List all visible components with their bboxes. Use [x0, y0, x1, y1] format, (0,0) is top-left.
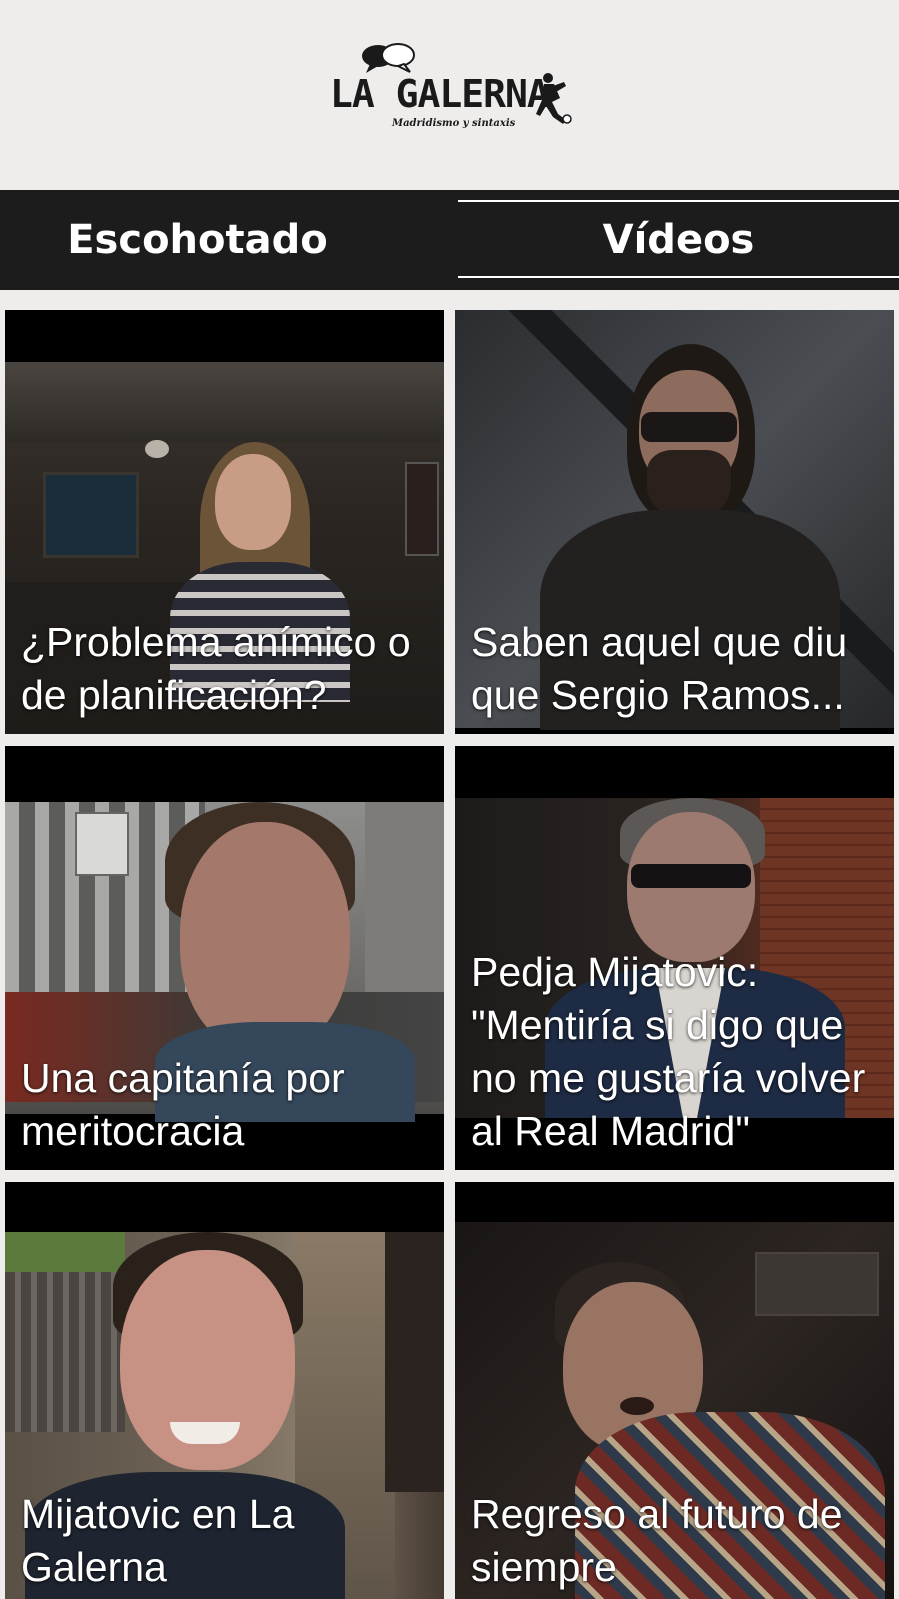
video-title: ¿Problema anímico o de planificación? [21, 619, 411, 718]
football-player-icon [536, 73, 572, 124]
screen: LA GALERNA Madridismo y sintaxis Escohot… [0, 0, 899, 1599]
speech-bubbles-icon [362, 43, 415, 73]
tab-escohotado[interactable]: Escohotado [0, 190, 395, 290]
video-card[interactable]: Regreso al futuro de siempre [455, 1182, 894, 1599]
video-card[interactable]: Saben aquel que diu que Sergio Ramos... [455, 310, 894, 734]
logo-tagline: Madridismo y sintaxis [392, 118, 516, 129]
app-header: LA GALERNA Madridismo y sintaxis [0, 0, 899, 190]
video-title: Regreso al futuro de siempre [471, 1491, 843, 1590]
tab-selected-indicator-bottom [458, 276, 899, 278]
la-galerna-logo[interactable]: LA GALERNA Madridismo y sintaxis [330, 42, 572, 137]
tab-videos[interactable]: Vídeos [458, 190, 899, 290]
tab-bar: Escohotado Vídeos [0, 190, 899, 290]
video-card[interactable]: ¿Problema anímico o de planificación? [5, 310, 444, 734]
video-card[interactable]: Mijatovic en La Galerna [5, 1182, 444, 1599]
video-title: Mijatovic en La Galerna [21, 1491, 295, 1590]
logo-wordmark: LA GALERNA [330, 72, 550, 116]
video-title: Pedja Mijatovic: "Mentiría si digo que n… [471, 949, 866, 1154]
tab-selected-indicator-top [458, 200, 899, 202]
video-card[interactable]: Pedja Mijatovic: "Mentiría si digo que n… [455, 746, 894, 1170]
video-title: Una capitanía por meritocracia [21, 1055, 345, 1154]
video-title: Saben aquel que diu que Sergio Ramos... [471, 619, 848, 718]
video-card[interactable]: Una capitanía por meritocracia [5, 746, 444, 1170]
